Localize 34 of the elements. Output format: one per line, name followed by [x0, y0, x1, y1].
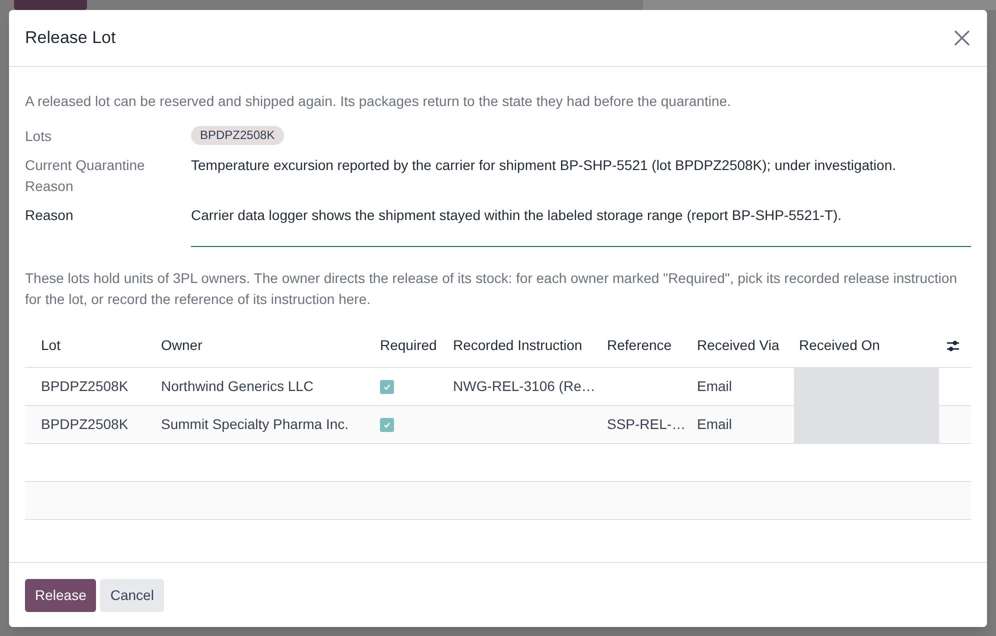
check-icon [383, 382, 391, 390]
column-settings-icon[interactable] [946, 338, 960, 353]
table-cell: Northwind Generics LLC [161, 378, 314, 394]
column-header[interactable]: Received On [799, 337, 880, 354]
release-button[interactable]: Release [25, 578, 96, 612]
field-label: Current Quarantine Reason [25, 156, 146, 196]
column-header[interactable]: Required [380, 337, 437, 354]
table-cell: BPDPZ2508K [41, 378, 128, 394]
owners-note: These lots hold units of 3PL owners. The owner directs the release of its stock: for each owner marked "Required", pick its recorded release instruction for the lot, or record the reference of its instruction here. [25, 269, 958, 309]
intro-text: A released lot can be reserved and shipped again. Its packages return to the state they had before the quarantine. [25, 92, 732, 111]
column-header[interactable]: Owner [161, 337, 202, 354]
table-cell: SSP-REL-… [607, 416, 686, 432]
field-value: Temperature excursion reported by the carrier for shipment BP-SHP-5521 (lot BPDPZ2508K); under investigation. [191, 157, 896, 173]
checkbox[interactable] [380, 418, 394, 432]
close-icon [954, 30, 970, 46]
table-cell: Email [697, 416, 732, 432]
checkbox[interactable] [380, 380, 394, 394]
table-cell: Summit Specialty Pharma Inc. [161, 416, 349, 432]
field-label: Lots [25, 127, 52, 146]
date-cell[interactable] [794, 405, 939, 443]
dialog-title: Release Lot [25, 27, 116, 50]
column-header[interactable]: Recorded Instruction [453, 337, 582, 354]
column-header[interactable]: Received Via [697, 337, 780, 354]
check-icon [383, 420, 391, 428]
column-header[interactable]: Lot [41, 337, 60, 354]
table-cell: NWG-REL-3106 (Re… [453, 378, 596, 394]
table-cell: Email [697, 378, 732, 394]
table-cell: BPDPZ2508K [41, 416, 128, 432]
lot-tag: BPDPZ2508K [191, 126, 284, 145]
reason-field[interactable]: Carrier data logger shows the shipment stayed within the labeled storage range (report BP-SHP-5521-T). [191, 205, 971, 247]
cancel-button[interactable]: Cancel [100, 578, 164, 612]
date-cell[interactable] [794, 367, 939, 405]
column-header[interactable]: Reference [607, 337, 672, 354]
field-label: Reason [25, 206, 74, 225]
